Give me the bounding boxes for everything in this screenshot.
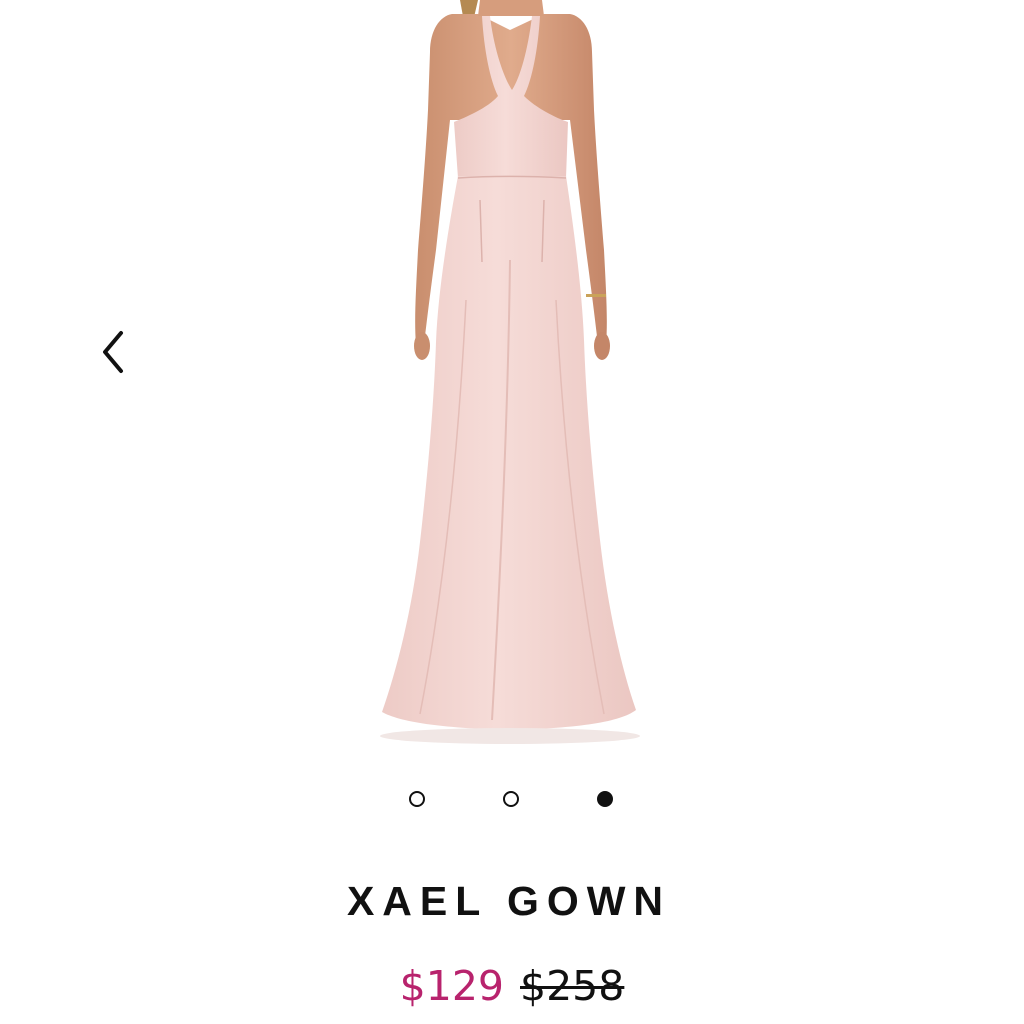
carousel-dot-3[interactable] — [597, 791, 613, 807]
price-row: $129 $258 — [0, 958, 1024, 1018]
original-price: $258 — [520, 962, 625, 1010]
sale-price: $129 — [399, 962, 504, 1010]
product-image — [360, 0, 660, 748]
carousel-dot-2[interactable] — [503, 791, 519, 807]
chevron-left-icon — [103, 331, 123, 373]
carousel-dot-1[interactable] — [409, 791, 425, 807]
carousel-dots — [0, 788, 1024, 814]
product-title: XAEL GOWN — [346, 878, 672, 924]
carousel-prev-button[interactable] — [92, 326, 136, 378]
